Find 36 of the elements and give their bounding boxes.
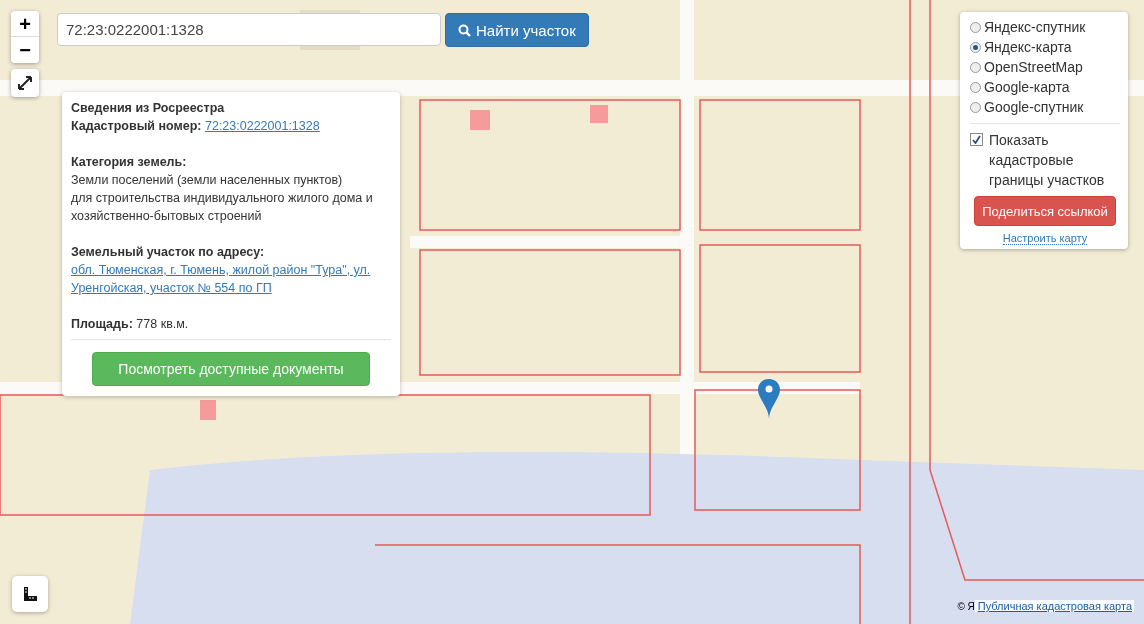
- ruler-icon: [22, 586, 38, 602]
- share-button[interactable]: Поделиться ссылкой: [974, 196, 1116, 226]
- expand-icon: [18, 76, 32, 90]
- search-icon: [458, 23, 471, 37]
- field-label: Земельный участок по адресу:: [71, 244, 266, 261]
- address-link[interactable]: обл. Тюменская, г. Тюмень, жилой район "Тура", ул. Уренгойская, участок № 554 по ГП: [71, 261, 391, 297]
- popup-title: Сведения из Росреестра: [71, 100, 226, 117]
- cadastral-number-link[interactable]: 72:23:0222001:1328: [205, 119, 320, 133]
- zoom-in-button[interactable]: +: [11, 11, 39, 37]
- category-text: Земли поселений (земли населенных пунктов) для строительства индивидуального жилого дома и хозяйственно-бытовых строений: [71, 172, 374, 225]
- radio-button[interactable]: [970, 101, 981, 113]
- radio-button[interactable]: [970, 81, 981, 93]
- layer-label: OpenStreetMap: [984, 59, 1083, 75]
- zoom-out-button[interactable]: −: [11, 37, 39, 63]
- public-map-link[interactable]: Публичная кадастровая карта: [974, 600, 1134, 612]
- radio-button[interactable]: [970, 21, 981, 33]
- checkbox[interactable]: [970, 133, 983, 146]
- search-field[interactable]: 72:23:0222001:1328: [57, 13, 441, 46]
- area-value: 778 кв.м.: [136, 317, 189, 331]
- field-label: Категория земель:: [71, 154, 188, 171]
- measure-button[interactable]: [12, 576, 48, 612]
- attribution-text: © Я: [957, 601, 975, 612]
- radio-button[interactable]: [970, 41, 981, 53]
- layer-label: Яндекс-спутник: [984, 19, 1086, 35]
- layer-label: Google-спутник: [984, 99, 1084, 115]
- layer-label: Яндекс-карта: [984, 39, 1072, 55]
- fullscreen-button[interactable]: [11, 69, 39, 97]
- field-label: Кадастровый номер:: [71, 119, 202, 133]
- field-label: Площадь:: [71, 317, 133, 331]
- checkbox-label: Показать кадастровые границы участков: [989, 131, 1106, 190]
- layer-label: Google-карта: [984, 79, 1070, 95]
- find-button[interactable]: Найти участок: [445, 13, 589, 47]
- radio-button[interactable]: [970, 61, 981, 73]
- map-pin-icon: [757, 378, 781, 420]
- documents-button[interactable]: Посмотреть доступные документы: [92, 352, 370, 386]
- configure-map-link[interactable]: Настроить карту: [1002, 232, 1088, 245]
